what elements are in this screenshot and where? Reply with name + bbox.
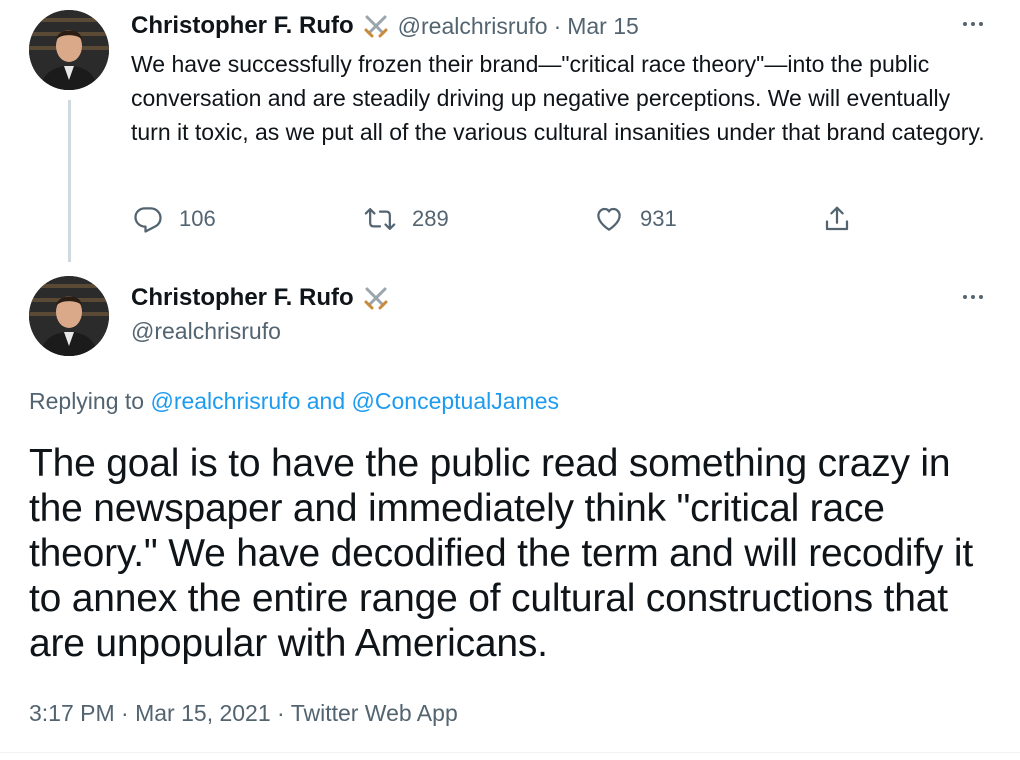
share-button[interactable] [822, 204, 868, 234]
avatar[interactable] [29, 10, 109, 90]
separator: · [553, 12, 562, 39]
crossed-swords-icon [362, 12, 390, 40]
more-horizontal-icon[interactable] [956, 14, 990, 34]
retweet-count: 289 [412, 206, 449, 231]
tweet-time[interactable]: 3:17 PM [29, 700, 115, 726]
author-handle[interactable]: @realchrisrufo [131, 318, 281, 345]
divider [0, 752, 1020, 753]
tweet-date[interactable]: Mar 15, 2021 [135, 700, 271, 726]
separator: · [121, 700, 129, 726]
more-horizontal-icon[interactable] [956, 287, 990, 307]
like-button[interactable]: 931 [594, 204, 677, 234]
author-handle[interactable]: @realchrisrufo [398, 13, 548, 40]
retweet-icon [364, 208, 396, 230]
author-name[interactable]: Christopher F. Rufo [131, 12, 354, 40]
retweet-button[interactable]: 289 [364, 204, 449, 234]
reply-button[interactable]: 106 [133, 204, 216, 234]
thread-tweet-header: Christopher F. Rufo @realchrisrufo · Mar… [131, 10, 639, 42]
like-count: 931 [640, 206, 677, 231]
tweet-meta: 3:17 PM · Mar 15, 2021 · Twitter Web App [29, 700, 458, 727]
replying-prefix: Replying to [29, 388, 145, 414]
crossed-swords-icon [362, 284, 390, 312]
main-tweet-header: Christopher F. Rufo [131, 282, 390, 314]
replying-to: Replying to @realchrisrufo and @Conceptu… [29, 388, 559, 415]
replying-user-link[interactable]: @ConceptualJames [352, 388, 559, 414]
separator: · [277, 700, 285, 726]
reply-icon [134, 207, 162, 233]
heart-icon [597, 207, 621, 231]
replying-user-link[interactable]: @realchrisrufo [150, 388, 300, 414]
tweet-text: We have successfully frozen their brand—… [131, 51, 985, 145]
reply-count: 106 [179, 206, 216, 231]
tweet-date[interactable]: Mar 15 [567, 13, 639, 40]
replying-and[interactable]: and [307, 388, 345, 414]
avatar[interactable] [29, 276, 109, 356]
tweet-source[interactable]: Twitter Web App [291, 700, 458, 726]
author-name[interactable]: Christopher F. Rufo [131, 284, 354, 312]
share-icon [825, 206, 849, 231]
thread-line [68, 100, 71, 262]
tweet-text: The goal is to have the public read some… [29, 442, 973, 665]
